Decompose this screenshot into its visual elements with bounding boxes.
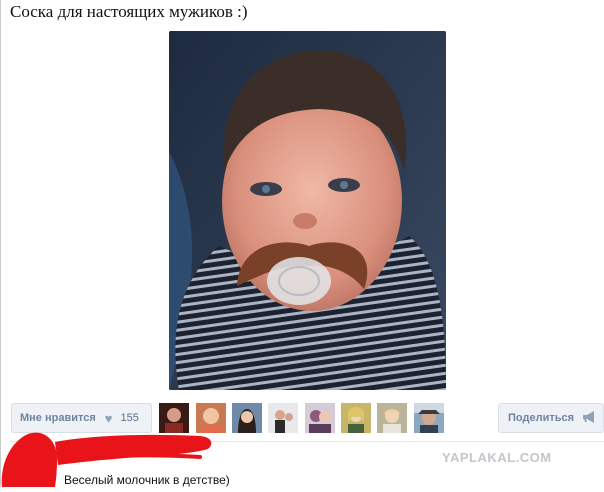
liker-avatar[interactable]	[268, 403, 298, 433]
post-title: Соска для настоящих мужиков :)	[10, 2, 248, 21]
megaphone-icon	[582, 410, 596, 426]
liker-avatar[interactable]	[232, 403, 262, 433]
share-button[interactable]: Поделиться	[498, 403, 604, 433]
watermark: YAPLAKAL.COM	[442, 450, 552, 465]
liker-avatar[interactable]	[377, 403, 407, 433]
liker-avatar[interactable]	[305, 403, 335, 433]
liker-avatar[interactable]	[414, 403, 444, 433]
left-border	[0, 0, 1, 487]
comment-text: Веселый молочник в детстве)	[64, 473, 230, 487]
post-photo[interactable]	[169, 31, 446, 390]
share-label: Поделиться	[508, 412, 575, 424]
liker-avatar[interactable]	[341, 403, 371, 433]
